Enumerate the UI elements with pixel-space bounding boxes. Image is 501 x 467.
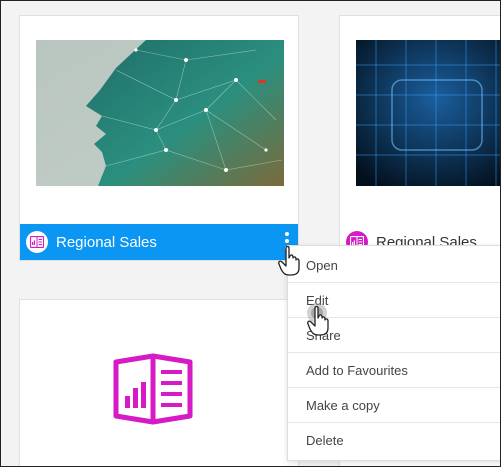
menu-item-label: Delete bbox=[306, 433, 344, 448]
report-book-icon bbox=[112, 352, 194, 426]
menu-item-label: Add to Favourites bbox=[306, 362, 408, 378]
menu-item-make-a-copy[interactable]: Make a copy bbox=[288, 388, 500, 423]
menu-item-share[interactable]: Share bbox=[288, 318, 500, 353]
report-thumbnail[interactable] bbox=[36, 40, 284, 186]
card-footer[interactable]: Regional Sales bbox=[20, 224, 298, 260]
menu-item-label: Share bbox=[306, 327, 341, 343]
menu-item-label: Edit bbox=[306, 292, 329, 308]
content-area: Regional Sales Regional Sales Open Edit … bbox=[0, 0, 501, 467]
menu-item-open[interactable]: Open bbox=[288, 248, 500, 283]
context-menu: Open Edit Share Add to Favourites Make a… bbox=[287, 245, 500, 461]
menu-item-label: Open bbox=[306, 257, 338, 273]
menu-item-delete[interactable]: Delete bbox=[288, 423, 500, 458]
menu-item-add-to-favourites[interactable]: Add to Favourites bbox=[288, 353, 500, 388]
menu-item-edit[interactable]: Edit bbox=[288, 283, 500, 318]
report-thumbnail[interactable] bbox=[356, 40, 500, 186]
report-card[interactable]: Regional Sales bbox=[339, 15, 500, 261]
report-card[interactable] bbox=[19, 299, 299, 466]
menu-item-label: Make a copy bbox=[306, 397, 380, 413]
report-card[interactable]: Regional Sales bbox=[19, 15, 299, 261]
card-title: Regional Sales bbox=[56, 233, 157, 251]
report-icon bbox=[26, 231, 48, 253]
